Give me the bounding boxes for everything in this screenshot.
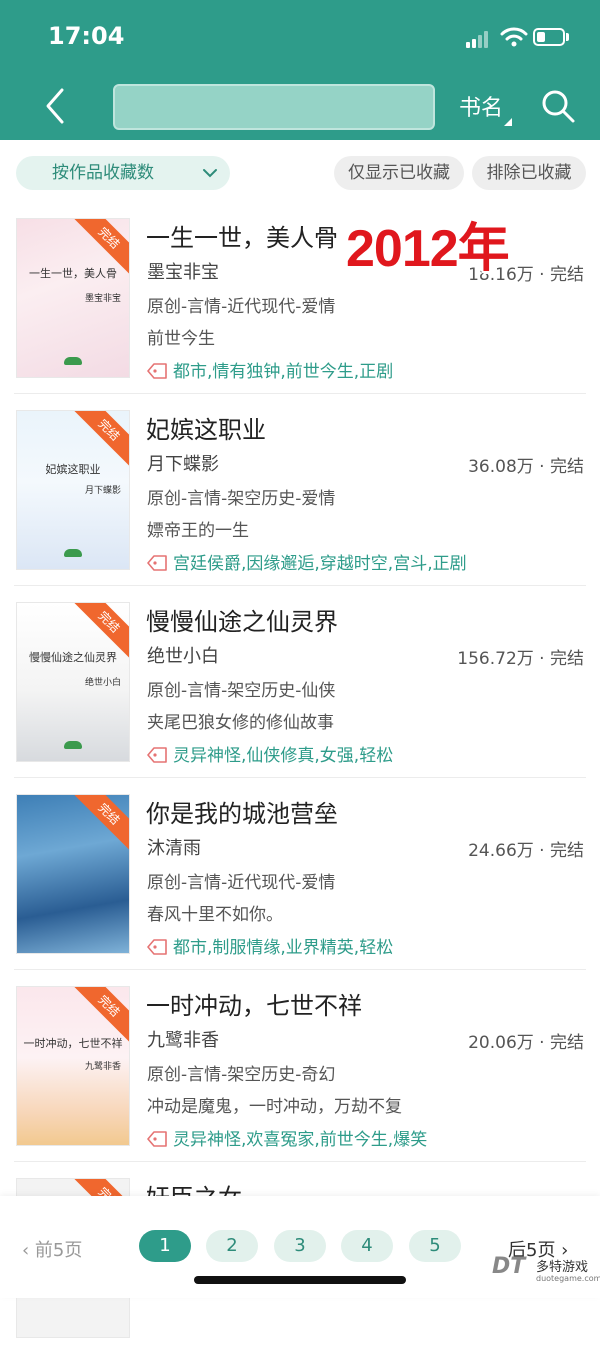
page-button[interactable]: 5 — [409, 1230, 461, 1262]
status-time: 17:04 — [48, 22, 125, 50]
book-category: 原创-言情-近代现代-爱情 — [147, 873, 336, 893]
cover-title: 一生一世，美人骨 — [29, 267, 117, 280]
tag-icon — [147, 1131, 167, 1147]
book-category: 原创-言情-架空历史-仙侠 — [147, 681, 336, 701]
book-stats: 156.72万 · 完结 — [457, 649, 584, 669]
cover-title: 一时冲动，七世不祥 — [23, 1037, 123, 1050]
dropdown-corner-icon — [504, 118, 512, 126]
book-cover: 一生一世，美人骨 墨宝非宝 完结 — [16, 218, 130, 378]
page-button[interactable]: 2 — [206, 1230, 258, 1262]
book-category: 原创-言情-架空历史-爱情 — [147, 489, 336, 509]
book-author[interactable]: 月下蝶影 — [147, 450, 219, 476]
book-description: 夹尾巴狼女修的修仙故事 — [147, 713, 334, 733]
book-author[interactable]: 绝世小白 — [147, 642, 219, 668]
book-title[interactable]: 妃嫔这职业 — [146, 410, 266, 445]
book-description: 冲动是魔鬼，一时冲动，万劫不复 — [147, 1097, 402, 1117]
list-item[interactable]: 一生一世，美人骨 墨宝非宝 完结 一生一世，美人骨 墨宝非宝 18.16万 · … — [0, 202, 600, 394]
cover-title: 慢慢仙途之仙灵界 — [29, 651, 117, 664]
tag-icon — [147, 555, 167, 571]
cover-author: 九鹭非香 — [84, 1062, 121, 1072]
book-title[interactable]: 一时冲动，七世不祥 — [146, 986, 362, 1021]
list-item[interactable]: 妃嫔这职业 月下蝶影 完结 妃嫔这职业 月下蝶影 36.08万 · 完结 原创-… — [0, 394, 600, 586]
book-category: 原创-言情-近代现代-爱情 — [147, 297, 336, 317]
search-icon[interactable] — [540, 88, 576, 124]
book-cover: 完结 — [16, 794, 130, 954]
logo-mark: DT — [492, 1254, 526, 1279]
book-stats: 36.08万 · 完结 — [468, 457, 584, 477]
book-stats: 20.06万 · 完结 — [468, 1033, 584, 1053]
book-cover: 慢慢仙途之仙灵界 绝世小白 完结 — [16, 602, 130, 762]
book-tags: 灵异神怪,仙侠修真,女强,轻松 — [147, 741, 393, 766]
tag-icon — [147, 939, 167, 955]
prev-label: 前5页 — [34, 1240, 83, 1261]
publisher-logo — [64, 741, 82, 749]
battery-icon — [533, 28, 565, 46]
book-description: 嫖帝王的一生 — [147, 521, 249, 541]
search-input[interactable] — [113, 84, 435, 130]
list-item[interactable]: 慢慢仙途之仙灵界 绝世小白 完结 慢慢仙途之仙灵界 绝世小白 156.72万 ·… — [0, 586, 600, 778]
tag-list: 灵异神怪,欢喜冤家,前世今生,爆笑 — [173, 1130, 428, 1150]
tag-icon — [147, 363, 167, 379]
sort-label: 按作品收藏数 — [52, 163, 154, 183]
book-author[interactable]: 墨宝非宝 — [147, 258, 219, 284]
logo-url: duotegame.com — [536, 1274, 600, 1283]
site-logo: DT 多特游戏 duotegame.com — [492, 1250, 600, 1290]
page-button[interactable]: 3 — [274, 1230, 326, 1262]
book-description: 春风十里不如你。 — [147, 905, 283, 925]
book-cover: 一时冲动，七世不祥 九鹭非香 完结 — [16, 986, 130, 1146]
book-tags: 灵异神怪,欢喜冤家,前世今生,爆笑 — [147, 1125, 427, 1150]
publisher-logo — [64, 357, 82, 365]
list-item[interactable]: 完结 你是我的城池营垒 沐清雨 24.66万 · 完结 原创-言情-近代现代-爱… — [0, 778, 600, 970]
back-arrow-icon[interactable] — [40, 86, 70, 126]
tag-list: 宫廷侯爵,因缘邂逅,穿越时空,宫斗,正剧 — [173, 554, 467, 574]
sort-dropdown[interactable]: 按作品收藏数 — [16, 156, 230, 190]
tag-icon — [147, 747, 167, 763]
list-item[interactable]: 一时冲动，七世不祥 九鹭非香 完结 一时冲动，七世不祥 九鹭非香 20.06万 … — [0, 970, 600, 1162]
book-description: 前世今生 — [147, 329, 215, 349]
book-tags: 都市,情有独钟,前世今生,正剧 — [147, 357, 393, 382]
book-stats: 24.66万 · 完结 — [468, 841, 584, 861]
book-category: 原创-言情-架空历史-奇幻 — [147, 1065, 336, 1085]
book-title[interactable]: 慢慢仙途之仙灵界 — [146, 602, 338, 637]
cover-author: 墨宝非宝 — [84, 294, 121, 304]
cover-title: 妃嫔这职业 — [45, 463, 101, 476]
year-watermark: 2012年 — [346, 220, 510, 278]
book-author[interactable]: 沐清雨 — [147, 834, 201, 860]
tag-list: 都市,情有独钟,前世今生,正剧 — [173, 362, 394, 382]
app-header: 17:04 书名 — [0, 0, 600, 140]
logo-text: 多特游戏 — [536, 1260, 589, 1275]
chevron-down-icon — [203, 169, 217, 178]
complete-ribbon: 完结 — [71, 411, 129, 468]
cover-author: 绝世小白 — [84, 678, 121, 688]
book-author[interactable]: 九鹭非香 — [147, 1026, 219, 1052]
book-cover: 妃嫔这职业 月下蝶影 完结 — [16, 410, 130, 570]
book-title[interactable]: 一生一世，美人骨 — [146, 218, 338, 253]
tag-list: 都市,制服情缘,业界精英,轻松 — [173, 938, 394, 958]
prev-five-pages[interactable]: ‹ 前5页 — [22, 1236, 82, 1262]
page-button[interactable]: 4 — [341, 1230, 393, 1262]
book-tags: 宫廷侯爵,因缘邂逅,穿越时空,宫斗,正剧 — [147, 549, 467, 574]
tag-list: 灵异神怪,仙侠修真,女强,轻松 — [173, 746, 394, 766]
show-collected-button[interactable]: 仅显示已收藏 — [334, 156, 464, 190]
cover-author: 月下蝶影 — [84, 486, 121, 496]
cellular-signal-icon — [466, 30, 492, 48]
filter-bar: 按作品收藏数 仅显示已收藏 排除已收藏 — [0, 140, 600, 202]
book-title[interactable]: 你是我的城池营垒 — [146, 794, 338, 829]
chevron-left-icon: ‹ — [22, 1240, 35, 1261]
home-indicator[interactable] — [194, 1276, 406, 1284]
exclude-collected-button[interactable]: 排除已收藏 — [472, 156, 586, 190]
wifi-icon — [500, 27, 528, 47]
book-tags: 都市,制服情缘,业界精英,轻松 — [147, 933, 393, 958]
page-button[interactable]: 1 — [139, 1230, 191, 1262]
search-type-selector[interactable]: 书名 — [459, 90, 503, 122]
publisher-logo — [64, 549, 82, 557]
complete-ribbon: 完结 — [71, 795, 129, 852]
